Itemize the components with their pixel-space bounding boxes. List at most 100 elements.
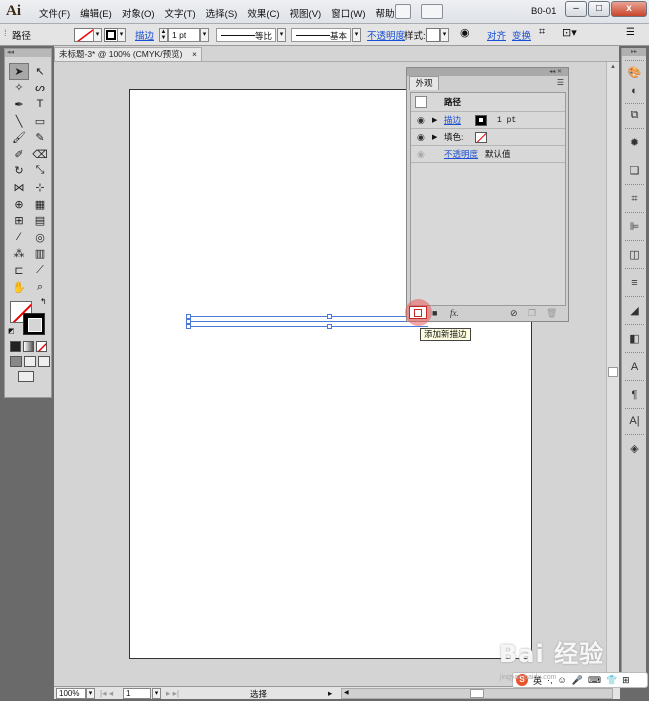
swatches-icon[interactable]: ⧉: [627, 108, 642, 123]
brush-dropdown[interactable]: ▾: [352, 28, 361, 42]
width-tool-icon[interactable]: ⋈: [9, 179, 29, 196]
rotate-tool-icon[interactable]: ↻: [9, 163, 29, 180]
stroke-weight-dropdown[interactable]: ▾: [200, 28, 209, 42]
stroke-dropdown[interactable]: ▾: [117, 28, 126, 42]
draw-inside-icon[interactable]: [38, 356, 50, 368]
vertical-scrollbar[interactable]: ▲ ▼: [606, 62, 619, 686]
artboard-tool-icon[interactable]: ⊏: [9, 262, 29, 279]
visibility-eye-icon[interactable]: ◉: [417, 129, 425, 146]
menu-file[interactable]: 文件(F): [34, 6, 75, 20]
profile-dropdown[interactable]: ▾: [277, 28, 286, 42]
menu-select[interactable]: 选择(S): [201, 6, 243, 20]
fill-dropdown[interactable]: ▾: [93, 28, 102, 42]
fill-swatch-control[interactable]: [74, 28, 94, 42]
fill-row-swatch[interactable]: [475, 132, 487, 143]
graphic-style-swatch[interactable]: [426, 28, 440, 42]
rectangle-tool-icon[interactable]: ▭: [30, 113, 50, 130]
paintbrush-tool-icon[interactable]: 🖌: [9, 129, 29, 146]
gradient-icon[interactable]: [23, 341, 34, 353]
magic-wand-tool-icon[interactable]: ✧: [9, 80, 29, 97]
document-tab[interactable]: 未标题-3* @ 100% (CMYK/预览) ×: [54, 47, 202, 61]
opacity-row-label[interactable]: 不透明度: [444, 146, 478, 163]
eyedropper-tool-icon[interactable]: ⁄: [9, 229, 29, 246]
minimize-button[interactable]: –: [565, 1, 587, 17]
stroke-row-label[interactable]: 描边: [444, 112, 461, 129]
type-tool-icon[interactable]: T: [30, 96, 50, 113]
expand-triangle-icon[interactable]: ▶: [432, 112, 437, 129]
color-guide-icon[interactable]: ◐: [627, 84, 642, 99]
vertical-scroll-thumb[interactable]: [608, 367, 618, 377]
arrange-documents-icon[interactable]: [421, 4, 443, 19]
direct-selection-tool-icon[interactable]: ↖: [30, 63, 50, 80]
menu-type[interactable]: 文字(T): [160, 6, 201, 20]
menu-object[interactable]: 对象(O): [117, 6, 160, 20]
symbols-icon[interactable]: ✹: [627, 136, 642, 151]
column-graph-tool-icon[interactable]: ▥: [30, 246, 50, 263]
zoom-tool-icon[interactable]: ⌕: [30, 279, 50, 296]
zoom-field[interactable]: 100%: [56, 688, 86, 699]
color-panel-icon[interactable]: 🎨: [627, 66, 642, 81]
menu-effect[interactable]: 效果(C): [242, 6, 284, 20]
gradient-tool-icon[interactable]: ▤: [30, 212, 50, 229]
horizontal-scrollbar[interactable]: ◀: [341, 688, 613, 699]
line-segment-tool-icon[interactable]: ╲: [9, 113, 29, 130]
slice-tool-icon[interactable]: ⟋: [30, 262, 50, 279]
appearance-row-stroke[interactable]: ◉ ▶ 描边 1 pt: [411, 112, 565, 129]
artboard-number-field[interactable]: 1: [123, 688, 151, 699]
appearance-row-fill[interactable]: ◉ ▶ 填色:: [411, 129, 565, 146]
transparency-icon[interactable]: ◧: [627, 332, 642, 347]
paragraph-panel-icon[interactable]: ¶: [627, 388, 642, 403]
isolate-selected-icon[interactable]: ⌗: [539, 26, 545, 39]
selection-handle[interactable]: [186, 324, 191, 329]
color-icon[interactable]: [10, 341, 21, 353]
draw-normal-icon[interactable]: [10, 356, 22, 368]
selection-handle[interactable]: [327, 324, 332, 329]
recolor-artwork-icon[interactable]: ◉: [460, 26, 470, 39]
opacity-link[interactable]: 不透明度: [367, 28, 405, 42]
align-link[interactable]: 对齐: [487, 28, 506, 42]
blob-brush-tool-icon[interactable]: ✐: [9, 146, 29, 163]
artboard-dropdown[interactable]: ▾: [152, 688, 161, 699]
selection-tool-icon[interactable]: ➤: [9, 63, 29, 80]
transform-panel-icon[interactable]: ⌗: [627, 192, 642, 207]
draw-behind-icon[interactable]: [24, 356, 36, 368]
mesh-tool-icon[interactable]: ⊞: [9, 212, 29, 229]
align-panel-icon[interactable]: ⊫: [627, 220, 642, 235]
ime-grid-icon[interactable]: ⊞: [622, 675, 630, 686]
style-dropdown[interactable]: ▾: [440, 28, 449, 42]
pen-tool-icon[interactable]: ✒: [9, 96, 29, 113]
scroll-left-icon[interactable]: ◀: [344, 689, 349, 696]
ime-shirt-icon[interactable]: 👕: [606, 675, 617, 686]
transform-link[interactable]: 变换: [512, 28, 531, 42]
scroll-up-icon[interactable]: ▲: [607, 64, 619, 74]
opentype-icon[interactable]: A|: [627, 414, 642, 429]
document-tab-close-icon[interactable]: ×: [192, 48, 197, 61]
selection-handle[interactable]: [327, 314, 332, 319]
menu-view[interactable]: 视图(V): [285, 6, 327, 20]
layers-icon[interactable]: ◈: [627, 442, 642, 457]
workspace-switcher[interactable]: B0-01: [531, 6, 556, 17]
variable-width-profile[interactable]: 等比: [216, 28, 276, 42]
ime-smile-icon[interactable]: ☺: [558, 675, 567, 685]
status-menu-arrow[interactable]: ▸: [328, 688, 332, 699]
gradient-panel-icon[interactable]: ◢: [627, 304, 642, 319]
pathfinder-icon[interactable]: ◫: [627, 248, 642, 263]
free-transform-tool-icon[interactable]: ⊹: [30, 179, 50, 196]
default-fill-stroke-icon[interactable]: ◩: [8, 327, 15, 335]
add-effect-icon[interactable]: fx.: [450, 308, 459, 318]
stroke-weight-field[interactable]: 1 pt: [168, 28, 200, 42]
stroke-row-swatch[interactable]: [475, 115, 487, 126]
bridge-icon[interactable]: [395, 4, 411, 19]
screen-mode-icon[interactable]: [18, 371, 34, 383]
lasso-tool-icon[interactable]: ᔕ: [30, 80, 50, 97]
panel-menu-icon[interactable]: ☰: [557, 78, 564, 87]
control-panel-menu-icon[interactable]: ☰: [626, 27, 635, 38]
appearance-tab[interactable]: 外观: [409, 76, 439, 90]
brush-definition[interactable]: 基本: [291, 28, 351, 42]
stroke-panel-link[interactable]: 描边: [135, 28, 154, 42]
swap-fill-stroke-icon[interactable]: ↰: [40, 297, 47, 306]
eraser-tool-icon[interactable]: ⌫: [30, 146, 50, 163]
ime-keyboard-icon[interactable]: ⌨: [588, 675, 601, 686]
zoom-dropdown[interactable]: ▾: [86, 688, 95, 699]
dock-grip[interactable]: ▸▸: [622, 48, 646, 56]
